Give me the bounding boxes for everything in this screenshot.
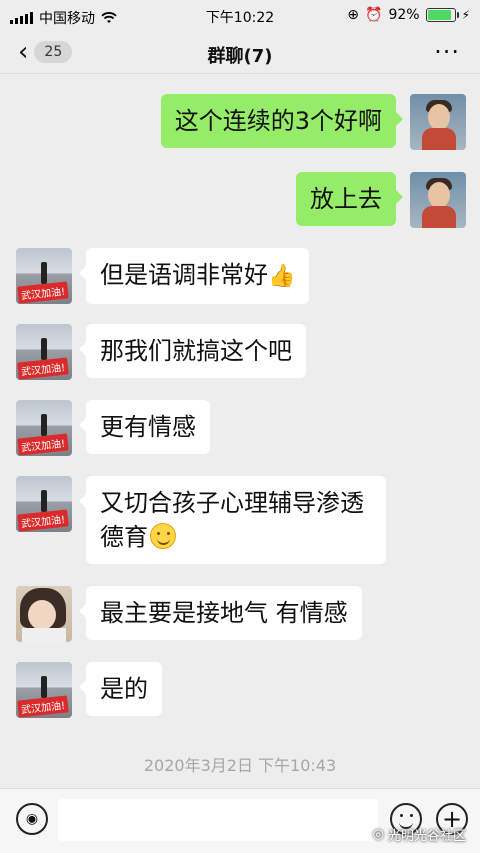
alarm-icon: ⏰ [365, 7, 383, 23]
message-text: 更有情感 [100, 413, 196, 441]
message-incoming: 武汉加油! 更有情感 [16, 400, 210, 456]
avatar[interactable]: 武汉加油! [16, 662, 72, 718]
message-bubble[interactable]: 又切合孩子心理辅导渗透德育 [79, 476, 386, 564]
more-dots-icon[interactable]: ··· [434, 38, 460, 66]
battery-percent: 92% [388, 7, 420, 23]
message-input[interactable] [58, 799, 378, 841]
thumbs-up-emoji: 👍 [268, 264, 296, 289]
avatar-tag: 武汉加油! [17, 695, 69, 718]
rotation-lock-icon: ⊕ [347, 7, 359, 23]
voice-icon[interactable]: ◉ [16, 803, 48, 835]
avatar[interactable] [16, 586, 72, 642]
avatar-tag: 武汉加油! [17, 509, 69, 532]
watermark: ◎ 光明光谷社区 [373, 825, 466, 844]
message-text: 那我们就搞这个吧 [100, 337, 292, 365]
message-bubble[interactable]: 但是语调非常好👍 [78, 248, 310, 304]
message-bubble[interactable]: 是的 [79, 662, 162, 716]
message-bubble[interactable]: 更有情感 [79, 400, 210, 454]
avatar[interactable] [410, 172, 466, 228]
status-right: ⊕ ⏰ 92% ⚡ [347, 7, 470, 23]
message-text: 是的 [100, 675, 148, 703]
message-text: 又切合孩子心理辅导渗透德育 [100, 489, 364, 551]
wechat-logo-icon: ◎ [372, 827, 384, 842]
message-text: 但是语调非常好 [100, 261, 268, 289]
message-incoming: 武汉加油! 但是语调非常好👍 [16, 248, 310, 304]
message-text: 最主要是接地气 有情感 [100, 599, 348, 627]
message-incoming: 最主要是接地气 有情感 [16, 586, 362, 642]
watermark-text: 光明光谷社区 [387, 829, 466, 844]
message-incoming: 武汉加油! 是的 [16, 662, 162, 718]
message-incoming: 武汉加油! 又切合孩子心理辅导渗透德育 [16, 476, 386, 564]
avatar[interactable]: 武汉加油! [16, 324, 72, 380]
avatar-tag: 武汉加油! [17, 357, 69, 380]
input-bar: ◉ + ◎ 光明光谷社区 [0, 788, 480, 853]
message-text: 放上去 [310, 185, 382, 213]
avatar[interactable]: 武汉加油! [16, 248, 72, 304]
status-bar: 中国移动 下午10:22 ⊕ ⏰ 92% ⚡ [0, 0, 480, 32]
message-incoming: 武汉加油! 那我们就搞这个吧 [16, 324, 306, 380]
avatar[interactable]: 武汉加油! [16, 476, 72, 532]
chat-title: 群聊(7) [207, 46, 273, 67]
smile-emoji-icon [150, 523, 176, 549]
message-outgoing: 放上去 [296, 172, 466, 228]
avatar[interactable] [410, 94, 466, 150]
message-bubble[interactable]: 这个连续的3个好啊 [160, 94, 404, 148]
avatar-tag: 武汉加油! [17, 433, 69, 456]
message-text: 这个连续的3个好啊 [174, 107, 382, 135]
avatar-tag: 武汉加油! [17, 281, 69, 304]
message-bubble[interactable]: 那我们就搞这个吧 [79, 324, 306, 378]
message-bubble[interactable]: 最主要是接地气 有情感 [79, 586, 362, 640]
battery-icon [425, 8, 459, 22]
message-outgoing: 这个连续的3个好啊 [160, 94, 466, 150]
charging-icon: ⚡ [461, 8, 470, 22]
message-bubble[interactable]: 放上去 [296, 172, 403, 226]
nav-bar: ‹ 25 群聊(7) ··· [0, 32, 480, 74]
chat-timestamp: 2020年3月2日 下午10:43 [143, 756, 337, 775]
battery-fill [427, 10, 452, 20]
avatar[interactable]: 武汉加油! [16, 400, 72, 456]
